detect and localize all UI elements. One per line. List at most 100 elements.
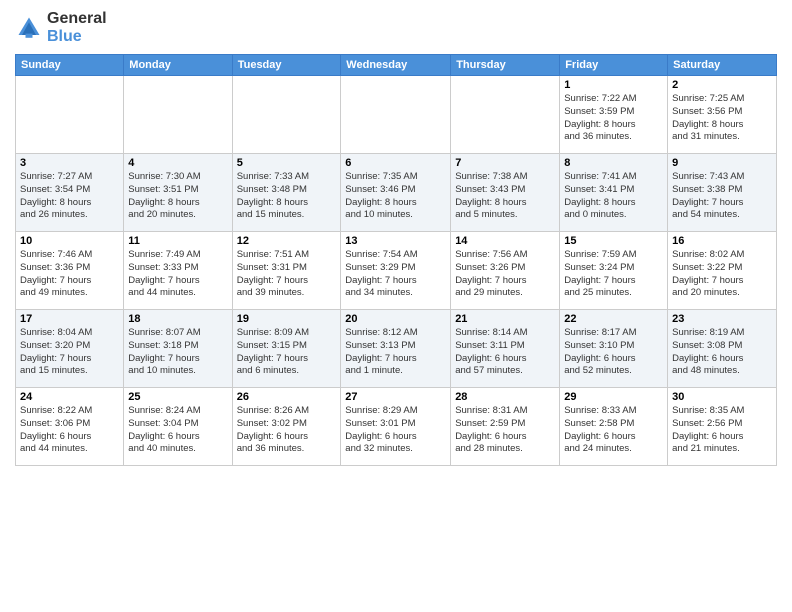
day-info: Sunrise: 7:49 AM Sunset: 3:33 PM Dayligh… [128, 249, 227, 300]
day-info: Sunrise: 7:35 AM Sunset: 3:46 PM Dayligh… [345, 171, 446, 222]
day-number: 16 [672, 235, 772, 247]
day-number: 24 [20, 391, 119, 403]
day-number: 22 [564, 313, 663, 325]
day-number: 11 [128, 235, 227, 247]
day-info: Sunrise: 7:41 AM Sunset: 3:41 PM Dayligh… [564, 171, 663, 222]
weekday-header: Sunday [16, 55, 124, 76]
calendar-cell: 21 Sunrise: 8:14 AM Sunset: 3:11 PM Dayli… [451, 310, 560, 388]
day-info: Sunrise: 8:35 AM Sunset: 2:56 PM Dayligh… [672, 405, 772, 456]
day-number: 26 [237, 391, 337, 403]
day-number: 23 [672, 313, 772, 325]
day-number: 14 [455, 235, 555, 247]
calendar-cell [16, 76, 124, 154]
logo-icon [15, 14, 43, 42]
day-info: Sunrise: 8:26 AM Sunset: 3:02 PM Dayligh… [237, 405, 337, 456]
logo-text: General Blue [47, 10, 107, 46]
day-number: 9 [672, 157, 772, 169]
calendar-cell: 13 Sunrise: 7:54 AM Sunset: 3:29 PM Dayli… [341, 232, 451, 310]
day-number: 15 [564, 235, 663, 247]
day-info: Sunrise: 7:46 AM Sunset: 3:36 PM Dayligh… [20, 249, 119, 300]
calendar-cell: 1Sunrise: 7:22 AM Sunset: 3:59 PM Daylig… [560, 76, 668, 154]
calendar-cell: 8 Sunrise: 7:41 AM Sunset: 3:41 PM Daylig… [560, 154, 668, 232]
day-number: 27 [345, 391, 446, 403]
calendar-cell: 7 Sunrise: 7:38 AM Sunset: 3:43 PM Daylig… [451, 154, 560, 232]
calendar-cell: 16 Sunrise: 8:02 AM Sunset: 3:22 PM Dayli… [668, 232, 777, 310]
weekday-header: Thursday [451, 55, 560, 76]
calendar-cell: 4 Sunrise: 7:30 AM Sunset: 3:51 PM Daylig… [124, 154, 232, 232]
header: General Blue [15, 10, 777, 46]
calendar-cell: 27 Sunrise: 8:29 AM Sunset: 3:01 PM Dayli… [341, 388, 451, 466]
day-number: 12 [237, 235, 337, 247]
day-info: Sunrise: 8:24 AM Sunset: 3:04 PM Dayligh… [128, 405, 227, 456]
calendar-cell: 19Sunrise: 8:09 AM Sunset: 3:15 PM Dayli… [232, 310, 341, 388]
calendar-cell: 25 Sunrise: 8:24 AM Sunset: 3:04 PM Dayli… [124, 388, 232, 466]
day-number: 8 [564, 157, 663, 169]
day-info: Sunrise: 7:59 AM Sunset: 3:24 PM Dayligh… [564, 249, 663, 300]
day-number: 29 [564, 391, 663, 403]
calendar-cell: 6 Sunrise: 7:35 AM Sunset: 3:46 PM Daylig… [341, 154, 451, 232]
calendar-week-row: 24 Sunrise: 8:22 AM Sunset: 3:06 PM Dayli… [16, 388, 777, 466]
calendar-cell [232, 76, 341, 154]
calendar-cell: 26 Sunrise: 8:26 AM Sunset: 3:02 PM Dayli… [232, 388, 341, 466]
calendar-cell: 20 Sunrise: 8:12 AM Sunset: 3:13 PM Dayli… [341, 310, 451, 388]
day-number: 18 [128, 313, 227, 325]
calendar-week-row: 3 Sunrise: 7:27 AM Sunset: 3:54 PM Daylig… [16, 154, 777, 232]
calendar-week-row: 17 Sunrise: 8:04 AM Sunset: 3:20 PM Dayli… [16, 310, 777, 388]
day-info: Sunrise: 7:27 AM Sunset: 3:54 PM Dayligh… [20, 171, 119, 222]
day-info: Sunrise: 7:30 AM Sunset: 3:51 PM Dayligh… [128, 171, 227, 222]
day-info: Sunrise: 7:43 AM Sunset: 3:38 PM Dayligh… [672, 171, 772, 222]
day-number: 21 [455, 313, 555, 325]
day-number: 13 [345, 235, 446, 247]
calendar-header-row: SundayMondayTuesdayWednesdayThursdayFrid… [16, 55, 777, 76]
day-info: Sunrise: 8:02 AM Sunset: 3:22 PM Dayligh… [672, 249, 772, 300]
day-info: Sunrise: 8:33 AM Sunset: 2:58 PM Dayligh… [564, 405, 663, 456]
day-info: Sunrise: 7:33 AM Sunset: 3:48 PM Dayligh… [237, 171, 337, 222]
day-info: Sunrise: 7:38 AM Sunset: 3:43 PM Dayligh… [455, 171, 555, 222]
day-number: 20 [345, 313, 446, 325]
calendar-cell [124, 76, 232, 154]
day-info: Sunrise: 8:29 AM Sunset: 3:01 PM Dayligh… [345, 405, 446, 456]
calendar-cell: 24 Sunrise: 8:22 AM Sunset: 3:06 PM Dayli… [16, 388, 124, 466]
day-info: Sunrise: 8:12 AM Sunset: 3:13 PM Dayligh… [345, 327, 446, 378]
day-number: 17 [20, 313, 119, 325]
calendar-cell: 5 Sunrise: 7:33 AM Sunset: 3:48 PM Daylig… [232, 154, 341, 232]
day-number: 30 [672, 391, 772, 403]
day-number: 4 [128, 157, 227, 169]
day-number: 5 [237, 157, 337, 169]
calendar-cell: 14 Sunrise: 7:56 AM Sunset: 3:26 PM Dayli… [451, 232, 560, 310]
calendar-table: SundayMondayTuesdayWednesdayThursdayFrid… [15, 54, 777, 466]
day-info: Sunrise: 7:56 AM Sunset: 3:26 PM Dayligh… [455, 249, 555, 300]
logo: General Blue [15, 10, 107, 46]
calendar-week-row: 10Sunrise: 7:46 AM Sunset: 3:36 PM Dayli… [16, 232, 777, 310]
day-number: 3 [20, 157, 119, 169]
calendar-cell [341, 76, 451, 154]
day-info: Sunrise: 7:51 AM Sunset: 3:31 PM Dayligh… [237, 249, 337, 300]
day-number: 6 [345, 157, 446, 169]
page-container: General Blue SundayMondayTuesdayWednesda… [0, 0, 792, 471]
calendar-cell: 30 Sunrise: 8:35 AM Sunset: 2:56 PM Dayli… [668, 388, 777, 466]
day-info: Sunrise: 8:22 AM Sunset: 3:06 PM Dayligh… [20, 405, 119, 456]
day-number: 28 [455, 391, 555, 403]
day-number: 7 [455, 157, 555, 169]
day-info: Sunrise: 7:25 AM Sunset: 3:56 PM Dayligh… [672, 93, 772, 144]
day-info: Sunrise: 8:14 AM Sunset: 3:11 PM Dayligh… [455, 327, 555, 378]
day-info: Sunrise: 8:31 AM Sunset: 2:59 PM Dayligh… [455, 405, 555, 456]
weekday-header: Wednesday [341, 55, 451, 76]
calendar-cell: 15 Sunrise: 7:59 AM Sunset: 3:24 PM Dayli… [560, 232, 668, 310]
calendar-cell: 10Sunrise: 7:46 AM Sunset: 3:36 PM Dayli… [16, 232, 124, 310]
day-info: Sunrise: 7:54 AM Sunset: 3:29 PM Dayligh… [345, 249, 446, 300]
calendar-cell: 22Sunrise: 8:17 AM Sunset: 3:10 PM Dayli… [560, 310, 668, 388]
day-number: 25 [128, 391, 227, 403]
calendar-cell: 3 Sunrise: 7:27 AM Sunset: 3:54 PM Daylig… [16, 154, 124, 232]
calendar-cell: 18 Sunrise: 8:07 AM Sunset: 3:18 PM Dayli… [124, 310, 232, 388]
calendar-cell: 23 Sunrise: 8:19 AM Sunset: 3:08 PM Dayli… [668, 310, 777, 388]
weekday-header: Monday [124, 55, 232, 76]
weekday-header: Friday [560, 55, 668, 76]
day-info: Sunrise: 7:22 AM Sunset: 3:59 PM Dayligh… [564, 93, 663, 144]
calendar-cell [451, 76, 560, 154]
day-info: Sunrise: 8:19 AM Sunset: 3:08 PM Dayligh… [672, 327, 772, 378]
calendar-week-row: 1Sunrise: 7:22 AM Sunset: 3:59 PM Daylig… [16, 76, 777, 154]
day-info: Sunrise: 8:07 AM Sunset: 3:18 PM Dayligh… [128, 327, 227, 378]
day-info: Sunrise: 8:04 AM Sunset: 3:20 PM Dayligh… [20, 327, 119, 378]
calendar-cell: 28 Sunrise: 8:31 AM Sunset: 2:59 PM Dayli… [451, 388, 560, 466]
